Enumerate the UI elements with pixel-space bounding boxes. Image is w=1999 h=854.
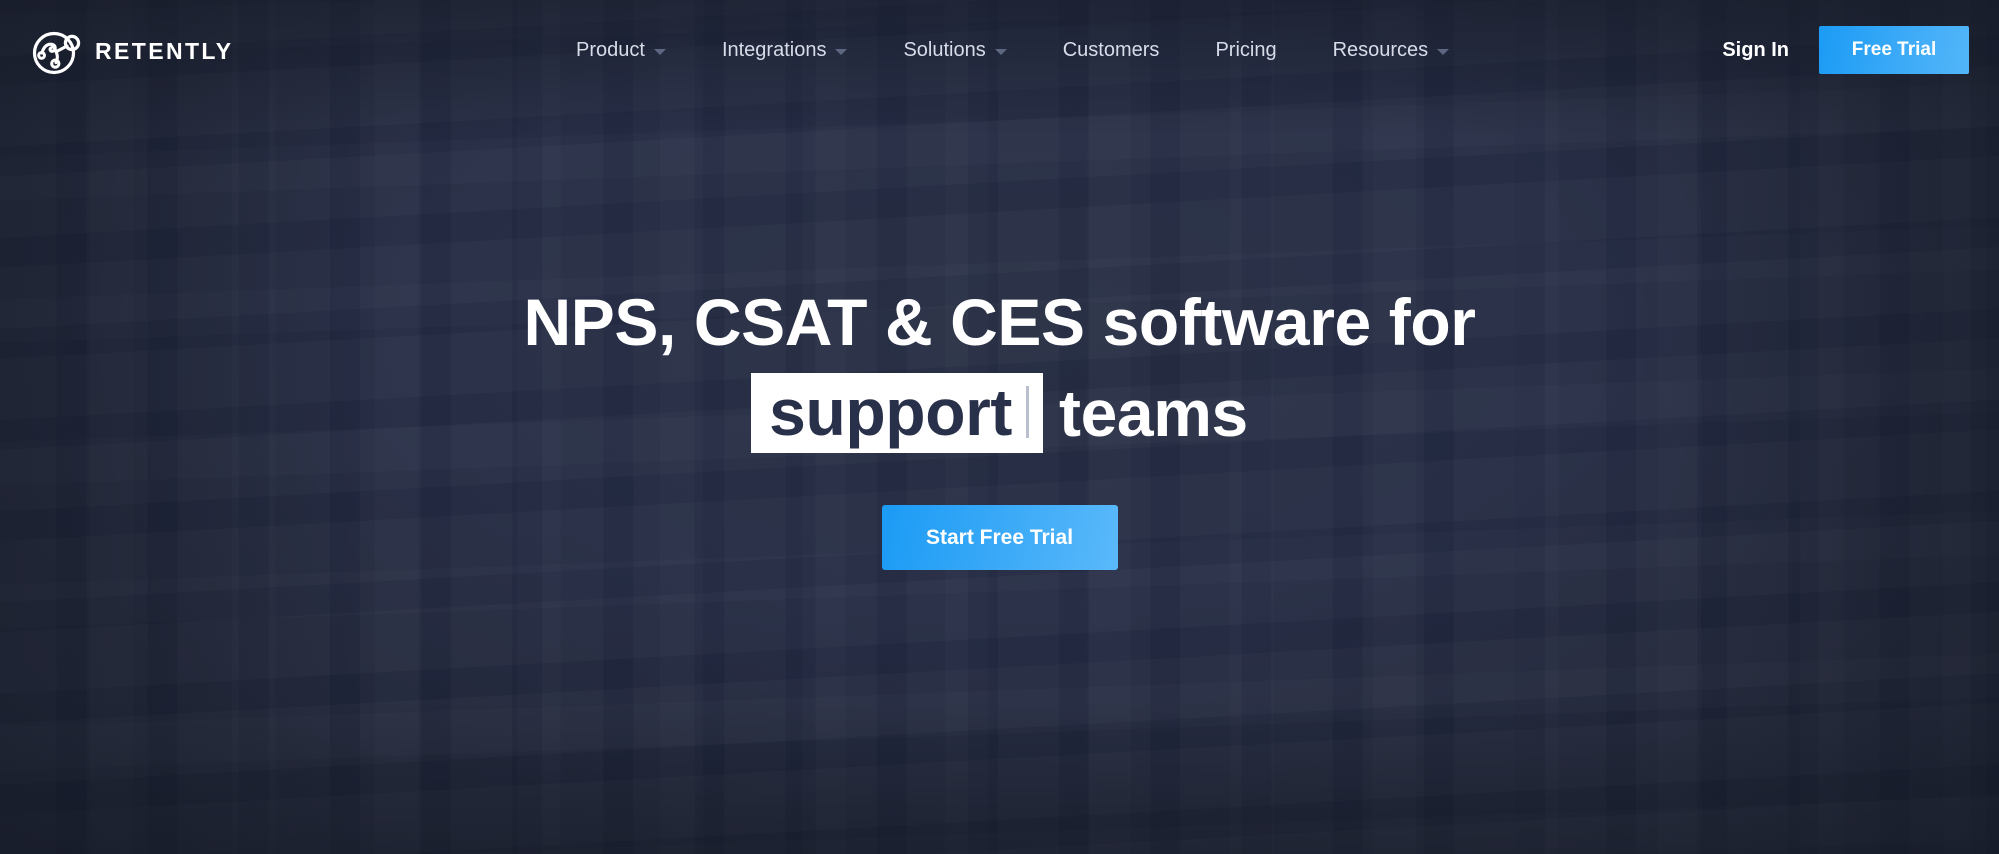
hero-headline-line-1: NPS, CSAT & CES software for [523,285,1476,359]
hero-typed-word-text: support [769,374,1013,449]
hero-headline-tail: teams [1059,375,1248,450]
hero-section: NPS, CSAT & CES software for support tea… [0,0,1999,854]
hero-headline: NPS, CSAT & CES software for support tea… [523,285,1476,454]
hero-headline-line-2: support teams [523,372,1475,454]
hero-typed-word-highlight: support [751,372,1044,454]
landing-page: RETENTLY Product Integrations Solutions … [0,0,1999,854]
text-cursor-icon [1026,385,1030,438]
start-free-trial-button[interactable]: Start Free Trial [881,505,1118,571]
